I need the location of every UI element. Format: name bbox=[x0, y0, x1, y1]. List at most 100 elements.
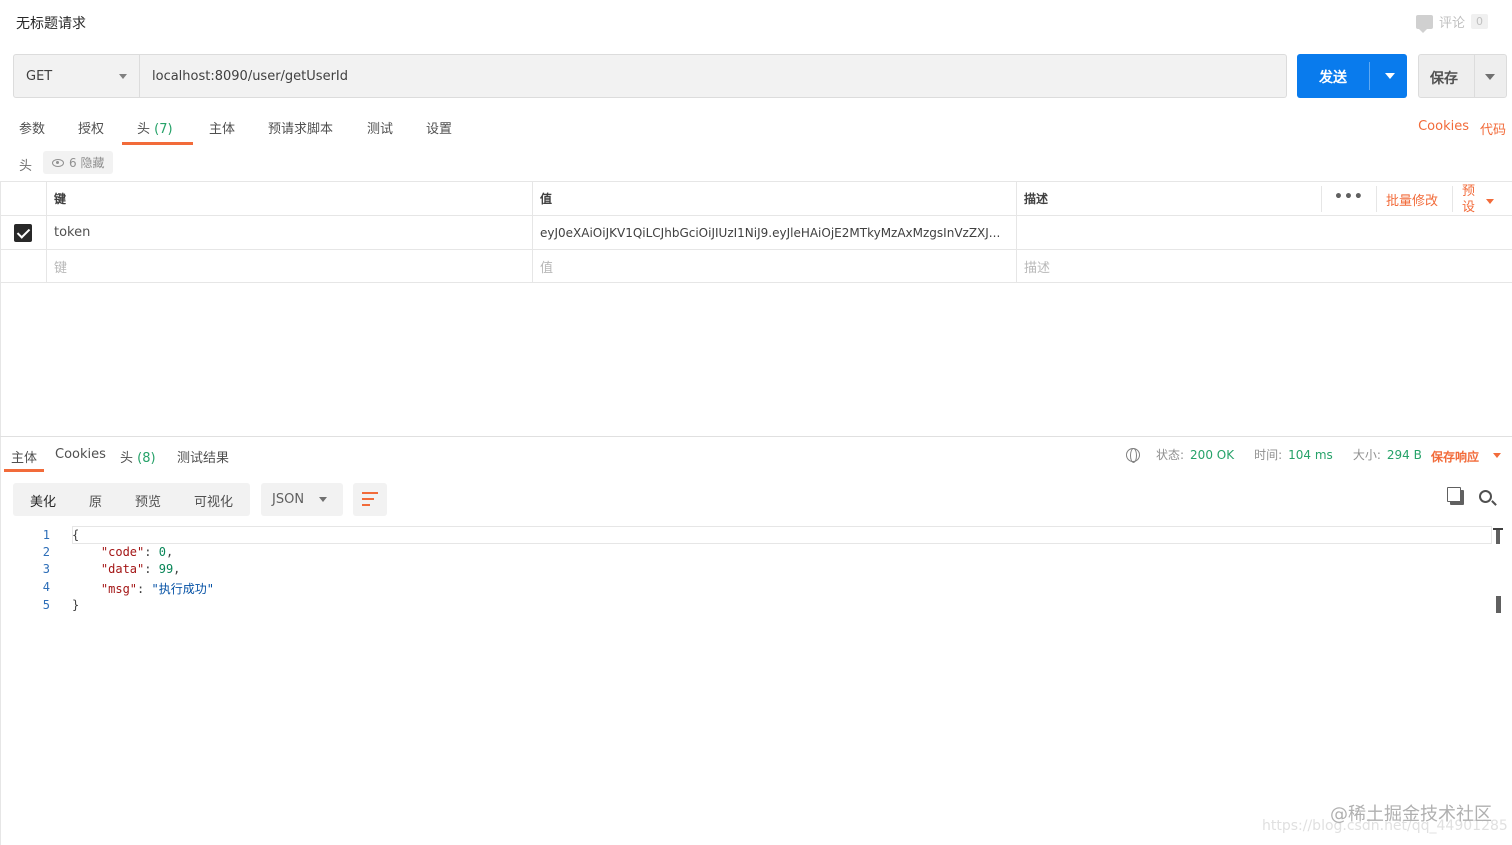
headers-table: 键 值 描述 ••• 批量修改 预设 token eyJ0eXAiOiJKV1Q… bbox=[0, 181, 1512, 283]
tab-tests[interactable]: 测试 bbox=[367, 118, 393, 137]
view-pretty-button[interactable]: 美化 bbox=[30, 491, 56, 510]
json-value: "执行成功" bbox=[151, 582, 214, 596]
hidden-headers-label: 6 隐藏 bbox=[69, 156, 105, 170]
tab-response-headers-label: 头 bbox=[120, 451, 134, 466]
comments-count: 0 bbox=[1471, 14, 1488, 29]
header-checkbox-cell bbox=[0, 182, 47, 215]
line-number: 2 bbox=[42, 545, 50, 559]
header-value-cell[interactable]: eyJ0eXAiOiJKV1QiLCJhbGciOiJIUzI1NiJ9.eyJ… bbox=[533, 216, 1017, 249]
header-desc-cell[interactable] bbox=[1017, 216, 1321, 249]
tab-response-headers[interactable]: 头 (8) bbox=[120, 447, 156, 466]
save-divider bbox=[1474, 55, 1475, 97]
view-mode-group: 美化 原 预览 可视化 bbox=[13, 483, 250, 516]
code-line: 1 { bbox=[0, 528, 1490, 545]
column-value: 值 bbox=[533, 182, 1017, 215]
method-label: GET bbox=[26, 68, 53, 84]
code-text: { bbox=[72, 528, 80, 542]
send-button[interactable]: 发送 bbox=[1297, 54, 1407, 98]
size-value: 294 B bbox=[1386, 447, 1422, 462]
hidden-headers-toggle[interactable]: 6 隐藏 bbox=[43, 151, 114, 174]
bulk-edit-link[interactable]: 批量修改 bbox=[1386, 190, 1438, 209]
url-bar: GET 发送 保存 bbox=[13, 54, 1507, 98]
time-label: 时间: bbox=[1254, 448, 1283, 462]
send-options-icon[interactable] bbox=[1385, 73, 1395, 79]
enabled-checkbox[interactable] bbox=[14, 223, 32, 242]
format-select[interactable]: JSON bbox=[261, 483, 343, 516]
presets-chevron-icon[interactable] bbox=[1486, 199, 1494, 204]
tab-response-headers-count: (8) bbox=[137, 451, 156, 466]
code-link[interactable]: 代码 bbox=[1480, 119, 1506, 138]
headers-section-label: 头 bbox=[19, 159, 33, 174]
method-select[interactable]: GET bbox=[13, 54, 140, 98]
tab-settings[interactable]: 设置 bbox=[426, 118, 452, 137]
line-number: 4 bbox=[42, 580, 50, 594]
presets-link[interactable]: 预设 bbox=[1462, 184, 1476, 216]
response-meta: 状态: 200 OK 时间: 104 ms 大小: 294 B bbox=[1126, 446, 1436, 463]
header-key-cell[interactable]: token bbox=[47, 216, 533, 249]
view-preview-button[interactable]: 预览 bbox=[135, 491, 161, 510]
time-value: 104 ms bbox=[1288, 447, 1333, 462]
save-options-icon[interactable] bbox=[1485, 74, 1495, 80]
save-button[interactable]: 保存 bbox=[1418, 54, 1507, 98]
wrap-lines-button[interactable] bbox=[353, 483, 387, 516]
chevron-down-icon bbox=[119, 74, 127, 79]
comments-label: 评论 bbox=[1438, 16, 1465, 31]
request-links: Cookies 代码 bbox=[1418, 119, 1506, 138]
save-response-button[interactable]: 保存响应 bbox=[1431, 448, 1479, 465]
tab-test-results[interactable]: 测试结果 bbox=[177, 447, 229, 466]
request-tabs: 参数 授权 头 (7) 主体 预请求脚本 测试 设置 Cookies 代码 bbox=[0, 110, 1512, 146]
copy-icon[interactable] bbox=[1447, 487, 1464, 505]
new-key-input[interactable]: 键 bbox=[47, 250, 533, 283]
tab-auth[interactable]: 授权 bbox=[78, 118, 104, 137]
scroll-top-icon[interactable] bbox=[1493, 528, 1503, 544]
json-key: "code" bbox=[100, 545, 145, 559]
watermark-text: @稀土掘金技术社区 bbox=[1330, 804, 1492, 825]
view-visualize-button[interactable]: 可视化 bbox=[194, 491, 233, 510]
wrap-icon-line bbox=[362, 498, 374, 500]
line-number: 1 bbox=[42, 528, 50, 542]
url-input[interactable] bbox=[140, 54, 1287, 98]
cookies-link[interactable]: Cookies bbox=[1418, 119, 1469, 138]
tab-params[interactable]: 参数 bbox=[19, 118, 45, 137]
column-divider bbox=[1376, 186, 1377, 212]
table-header-row: 键 值 描述 ••• 批量修改 预设 bbox=[0, 181, 1512, 215]
more-options-icon[interactable]: ••• bbox=[1334, 189, 1364, 205]
code-line: 4 "msg": "执行成功" bbox=[0, 580, 1490, 597]
line-number: 5 bbox=[42, 598, 50, 612]
json-key: "msg" bbox=[100, 582, 138, 596]
active-tab-indicator bbox=[4, 469, 44, 472]
tab-headers[interactable]: 头 (7) bbox=[137, 118, 173, 137]
response-body-editor[interactable]: 1 { 2 "code": 0, 3 "data": 99, 4 "msg": … bbox=[0, 526, 1490, 845]
code-text: } bbox=[72, 598, 80, 612]
active-tab-indicator bbox=[122, 142, 193, 145]
row-checkbox-cell bbox=[0, 216, 47, 249]
json-key: "data" bbox=[100, 562, 145, 576]
tab-headers-count: (7) bbox=[154, 122, 173, 137]
request-title[interactable]: 无标题请求 bbox=[16, 13, 86, 33]
pane-divider[interactable] bbox=[0, 436, 1512, 437]
status-label: 状态: bbox=[1156, 448, 1185, 462]
tab-headers-label: 头 bbox=[137, 122, 151, 137]
tab-response-cookies[interactable]: Cookies bbox=[55, 447, 106, 462]
tab-pre-request-script[interactable]: 预请求脚本 bbox=[268, 118, 333, 137]
comments-button[interactable]: 评论 0 bbox=[1415, 12, 1488, 33]
search-icon[interactable] bbox=[1479, 490, 1492, 503]
globe-icon[interactable] bbox=[1126, 447, 1140, 463]
json-value: 0 bbox=[158, 545, 166, 559]
view-raw-button[interactable]: 原 bbox=[89, 491, 102, 510]
code-line: 5 } bbox=[0, 598, 1490, 615]
send-label: 发送 bbox=[1319, 70, 1347, 86]
save-response-chevron-icon[interactable] bbox=[1493, 453, 1501, 458]
response-tabs: 主体 Cookies 头 (8) 测试结果 状态: 200 OK 时间: 104… bbox=[0, 440, 1512, 472]
tab-body[interactable]: 主体 bbox=[209, 118, 235, 137]
headers-bar: 头 6 隐藏 bbox=[0, 150, 1512, 176]
column-divider bbox=[1452, 186, 1453, 212]
scrollbar-thumb[interactable] bbox=[1496, 596, 1501, 613]
size-label: 大小: bbox=[1352, 448, 1381, 462]
new-value-input[interactable]: 值 bbox=[533, 250, 1017, 283]
code-line: 2 "code": 0, bbox=[0, 545, 1490, 562]
line-number: 3 bbox=[42, 562, 50, 576]
new-desc-input[interactable]: 描述 bbox=[1017, 250, 1321, 283]
table-row-new: 键 值 描述 bbox=[0, 249, 1512, 283]
tab-response-body[interactable]: 主体 bbox=[11, 447, 37, 466]
